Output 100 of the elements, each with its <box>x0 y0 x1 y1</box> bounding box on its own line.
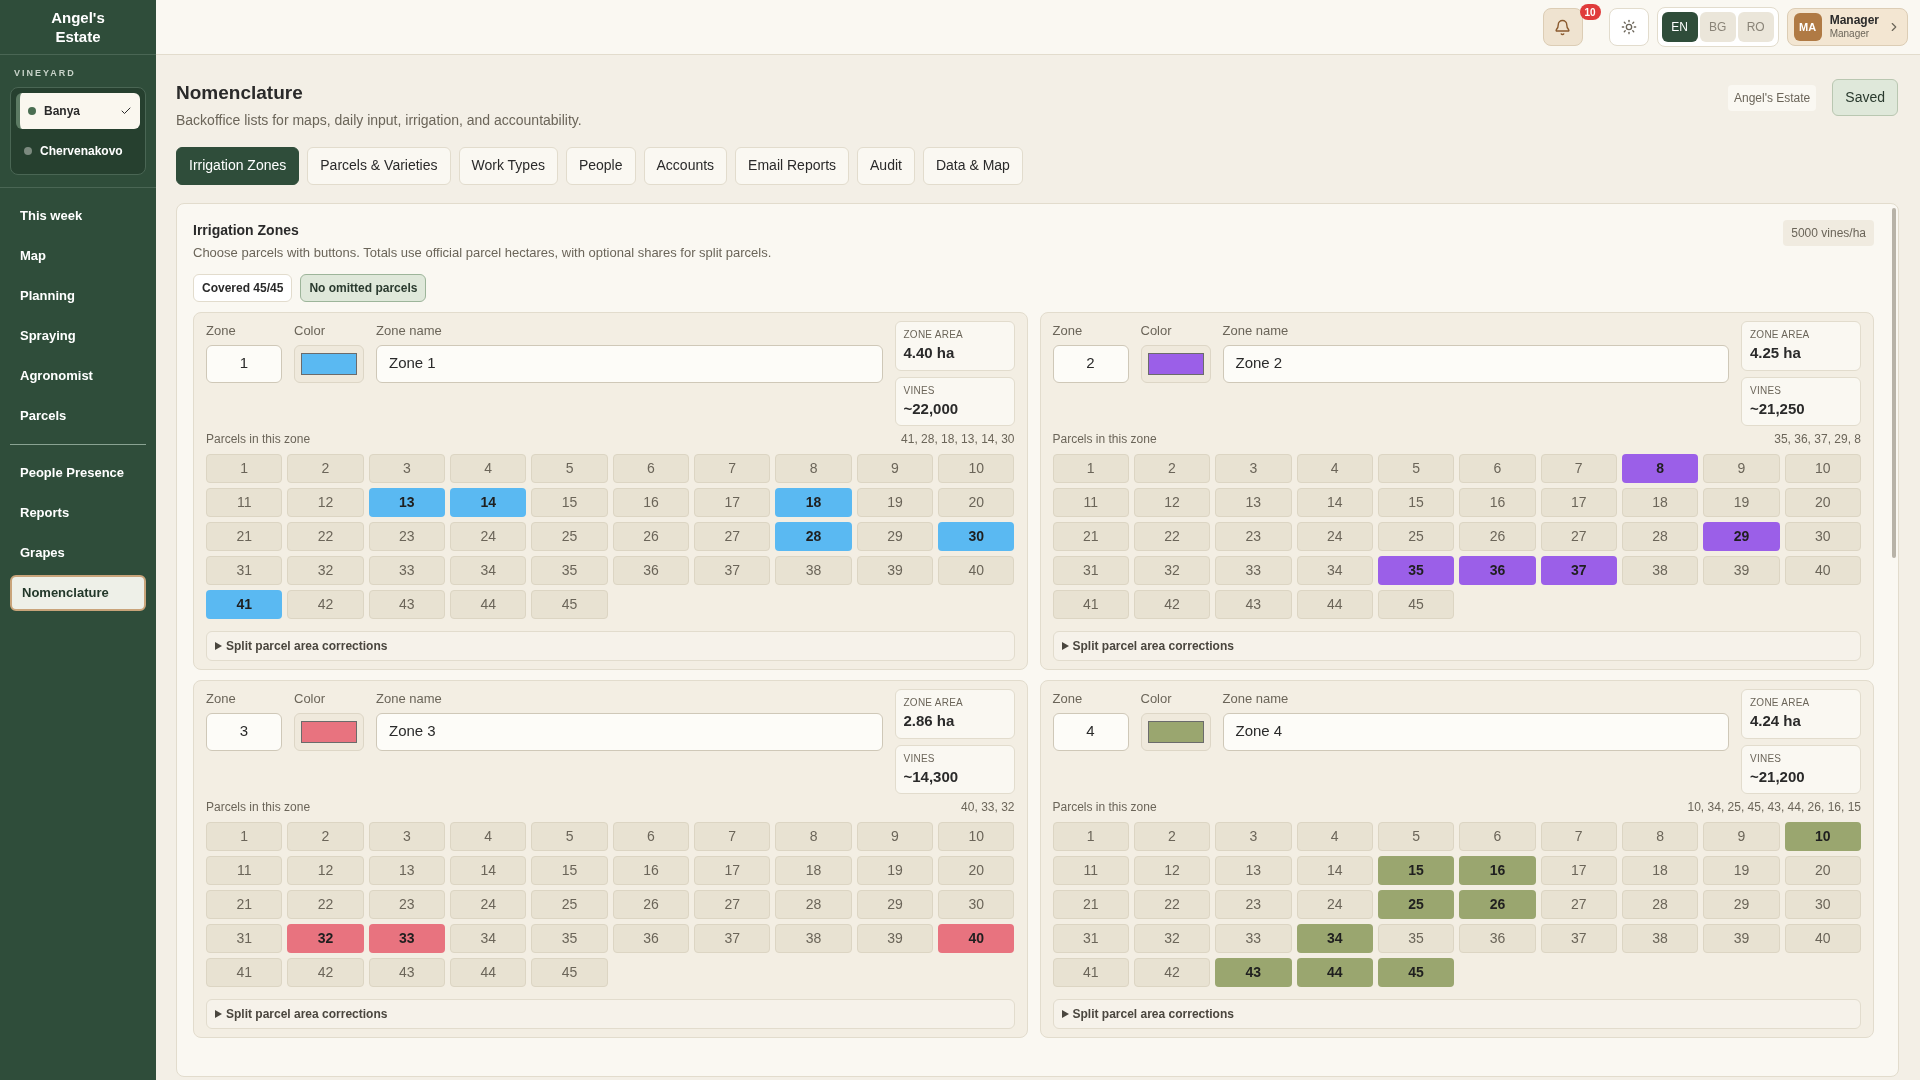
parcel-toggle[interactable]: 3 <box>1215 822 1292 851</box>
parcel-toggle[interactable]: 21 <box>206 890 283 919</box>
parcel-toggle[interactable]: 27 <box>1540 522 1617 551</box>
parcel-toggle[interactable]: 20 <box>938 488 1015 517</box>
parcel-toggle[interactable]: 32 <box>287 924 364 953</box>
parcel-toggle[interactable]: 4 <box>1296 454 1373 483</box>
parcel-toggle[interactable]: 42 <box>1133 590 1211 619</box>
parcel-toggle[interactable]: 19 <box>1703 856 1780 885</box>
parcel-toggle[interactable]: 6 <box>1459 822 1536 851</box>
parcel-toggle[interactable]: 4 <box>450 454 527 483</box>
split-corrections-toggle[interactable]: Split parcel area corrections <box>1052 999 1861 1029</box>
parcel-toggle[interactable]: 31 <box>1052 924 1129 953</box>
parcel-toggle[interactable]: 36 <box>612 924 690 953</box>
parcel-toggle[interactable]: 10 <box>1784 454 1861 483</box>
parcel-toggle[interactable]: 20 <box>938 856 1015 885</box>
tab[interactable]: Work Types <box>458 146 558 185</box>
parcel-toggle[interactable]: 34 <box>450 924 527 953</box>
parcel-toggle[interactable]: 5 <box>531 454 608 483</box>
parcel-toggle[interactable]: 13 <box>368 488 446 517</box>
parcel-toggle[interactable]: 36 <box>1459 556 1536 585</box>
parcel-toggle[interactable]: 40 <box>1784 556 1861 585</box>
parcel-toggle[interactable]: 9 <box>856 822 934 851</box>
parcel-toggle[interactable]: 40 <box>1784 924 1861 953</box>
parcel-toggle[interactable]: 17 <box>694 488 771 517</box>
parcel-toggle[interactable]: 44 <box>1296 590 1373 619</box>
tab[interactable]: Irrigation Zones <box>176 146 300 185</box>
parcel-toggle[interactable]: 42 <box>287 958 364 987</box>
nav-item[interactable]: Nomenclature <box>10 574 146 611</box>
parcel-toggle[interactable]: 11 <box>1052 856 1129 885</box>
parcel-toggle[interactable]: 40 <box>938 924 1015 953</box>
parcel-toggle[interactable]: 18 <box>1621 856 1699 885</box>
parcel-toggle[interactable]: 27 <box>1540 890 1617 919</box>
parcel-toggle[interactable]: 41 <box>1052 958 1129 987</box>
parcel-toggle[interactable]: 11 <box>206 488 283 517</box>
parcel-toggle[interactable]: 27 <box>694 890 771 919</box>
parcel-toggle[interactable]: 29 <box>856 522 934 551</box>
parcel-toggle[interactable]: 24 <box>450 890 527 919</box>
parcel-toggle[interactable]: 30 <box>1784 890 1861 919</box>
parcel-toggle[interactable]: 10 <box>938 454 1015 483</box>
parcel-toggle[interactable]: 18 <box>775 488 852 517</box>
parcel-toggle[interactable]: 42 <box>287 590 364 619</box>
parcel-toggle[interactable]: 12 <box>1133 856 1211 885</box>
parcel-toggle[interactable]: 33 <box>368 556 446 585</box>
parcel-toggle[interactable]: 11 <box>206 856 283 885</box>
zone-number-field[interactable]: 4 <box>1052 712 1129 751</box>
vineyard-option[interactable]: Chervenakovo <box>16 132 140 169</box>
parcel-toggle[interactable]: 1 <box>206 454 283 483</box>
parcel-toggle[interactable]: 38 <box>775 924 852 953</box>
parcel-toggle[interactable]: 35 <box>531 924 608 953</box>
parcel-toggle[interactable]: 8 <box>775 454 852 483</box>
parcel-toggle[interactable]: 30 <box>938 890 1015 919</box>
parcel-toggle[interactable]: 32 <box>1133 556 1211 585</box>
parcel-toggle[interactable]: 21 <box>1052 890 1129 919</box>
parcel-toggle[interactable]: 15 <box>1377 856 1455 885</box>
parcel-toggle[interactable]: 2 <box>1133 822 1211 851</box>
parcel-toggle[interactable]: 45 <box>531 590 608 619</box>
parcel-toggle[interactable]: 31 <box>206 924 283 953</box>
parcel-toggle[interactable]: 26 <box>612 890 690 919</box>
parcel-toggle[interactable]: 21 <box>206 522 283 551</box>
parcel-toggle[interactable]: 7 <box>694 454 771 483</box>
parcel-toggle[interactable]: 44 <box>1296 958 1373 987</box>
parcel-toggle[interactable]: 9 <box>1703 822 1780 851</box>
parcel-toggle[interactable]: 9 <box>856 454 934 483</box>
zone-number-field[interactable]: 2 <box>1052 344 1129 383</box>
parcel-toggle[interactable]: 5 <box>1377 822 1455 851</box>
parcel-toggle[interactable]: 2 <box>1133 454 1211 483</box>
color-picker[interactable] <box>1140 712 1211 751</box>
parcel-toggle[interactable]: 42 <box>1133 958 1211 987</box>
parcel-toggle[interactable]: 37 <box>694 556 771 585</box>
language-option[interactable]: RO <box>1737 12 1774 42</box>
theme-toggle[interactable] <box>1608 8 1649 46</box>
parcel-toggle[interactable]: 32 <box>287 556 364 585</box>
parcel-toggle[interactable]: 14 <box>1296 856 1373 885</box>
parcel-toggle[interactable]: 18 <box>775 856 852 885</box>
language-option[interactable]: BG <box>1699 12 1736 42</box>
parcel-toggle[interactable]: 2 <box>287 454 364 483</box>
parcel-toggle[interactable]: 15 <box>531 856 608 885</box>
parcel-toggle[interactable]: 17 <box>694 856 771 885</box>
parcel-toggle[interactable]: 4 <box>1296 822 1373 851</box>
split-corrections-toggle[interactable]: Split parcel area corrections <box>1052 631 1861 661</box>
parcel-toggle[interactable]: 26 <box>1459 522 1536 551</box>
parcel-toggle[interactable]: 17 <box>1540 856 1617 885</box>
nav-item[interactable]: Planning <box>10 277 146 314</box>
parcel-toggle[interactable]: 36 <box>1459 924 1536 953</box>
parcel-toggle[interactable]: 43 <box>368 590 446 619</box>
parcel-toggle[interactable]: 7 <box>694 822 771 851</box>
nav-item[interactable]: Spraying <box>10 317 146 354</box>
notifications-button[interactable] <box>1542 8 1583 46</box>
split-corrections-toggle[interactable]: Split parcel area corrections <box>206 999 1015 1029</box>
parcel-toggle[interactable]: 37 <box>1540 556 1617 585</box>
parcel-toggle[interactable]: 5 <box>1377 454 1455 483</box>
parcel-toggle[interactable]: 37 <box>1540 924 1617 953</box>
zone-name-field[interactable]: Zone 4 <box>1222 712 1729 751</box>
parcel-toggle[interactable]: 45 <box>1377 958 1455 987</box>
parcel-toggle[interactable]: 14 <box>1296 488 1373 517</box>
parcel-toggle[interactable]: 43 <box>368 958 446 987</box>
parcel-toggle[interactable]: 22 <box>287 890 364 919</box>
zone-name-field[interactable]: Zone 3 <box>376 712 883 751</box>
parcel-toggle[interactable]: 8 <box>1621 822 1699 851</box>
parcel-toggle[interactable]: 16 <box>612 488 690 517</box>
